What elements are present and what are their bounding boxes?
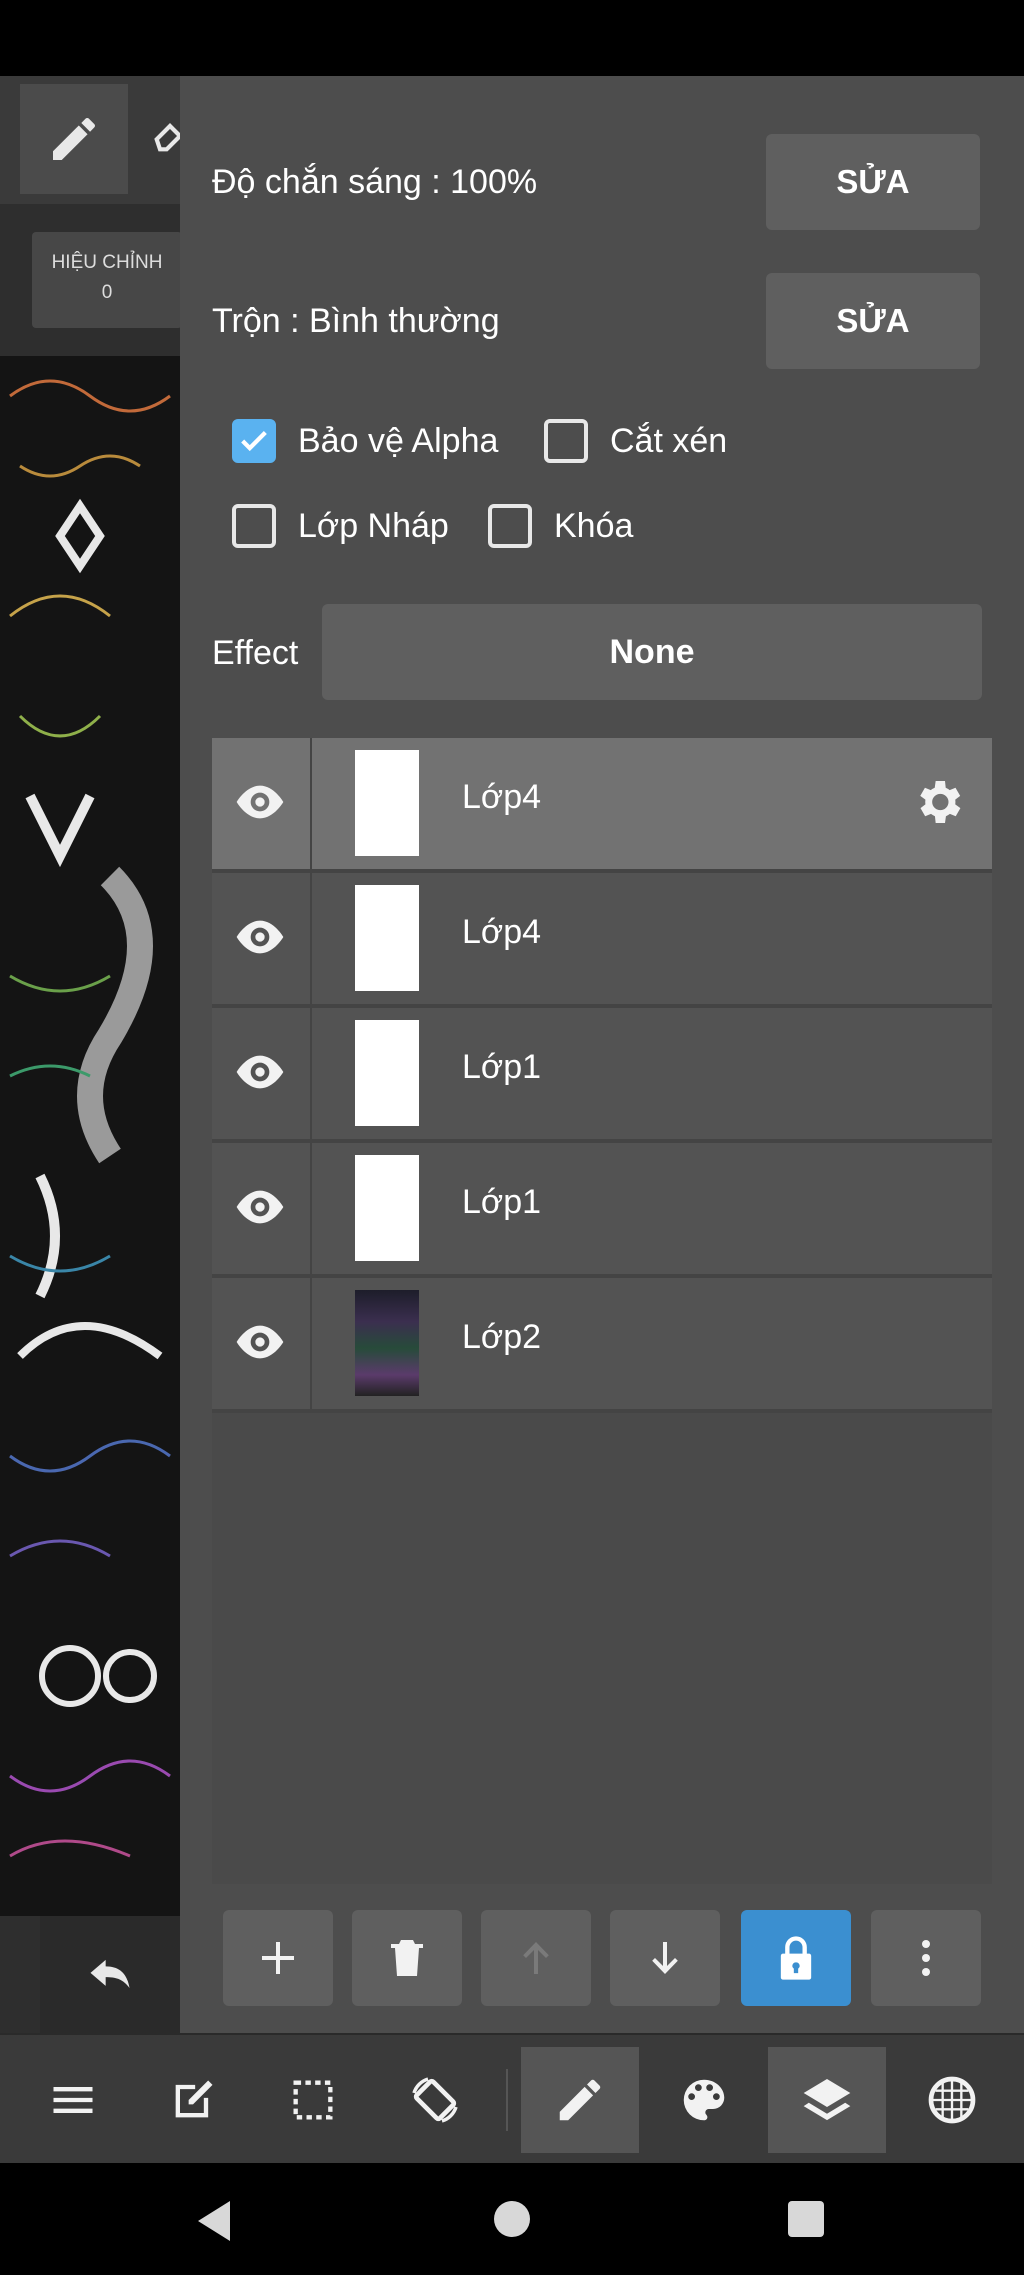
undo-icon (90, 1959, 130, 1988)
opacity-label: Độ chắn sáng : 100% (212, 163, 538, 201)
checkbox-empty-icon (232, 504, 276, 548)
layer-name: Lớp1 (462, 1183, 542, 1221)
palette-icon (683, 2079, 725, 2121)
layer-name: Lớp4 (462, 778, 542, 816)
delete-layer-button[interactable] (352, 1910, 462, 2006)
eye-icon[interactable] (232, 909, 288, 965)
row-divider (310, 1008, 312, 1139)
undo-button[interactable] (40, 1916, 180, 2033)
checkbox-empty-icon (544, 419, 588, 463)
layer-thumbnail (355, 750, 419, 856)
lock-icon (780, 1936, 812, 1980)
layer-list[interactable]: Lớp4 Lớp4 Lớp1 Lớp1 Lớp2 (212, 738, 992, 1884)
move-layer-down-button[interactable] (610, 1910, 720, 2006)
row-divider (310, 873, 312, 1004)
blend-label: Trộn : Bình thường (212, 302, 500, 340)
toolbar-divider (506, 2069, 508, 2131)
home-icon[interactable] (492, 2199, 532, 2239)
clipping-label: Cắt xén (610, 421, 728, 460)
layer-row[interactable]: Lớp1 (212, 1143, 992, 1278)
row-divider (310, 738, 312, 869)
layer-thumbnail (355, 1020, 419, 1126)
recents-icon[interactable] (786, 2199, 826, 2239)
lock-checkbox[interactable]: Khóa (488, 504, 633, 548)
draft-layer-checkbox[interactable]: Lớp Nháp (232, 504, 449, 548)
effect-label: Effect (212, 634, 299, 672)
palette-button[interactable] (645, 2047, 763, 2153)
alpha-protect-label: Bảo vệ Alpha (298, 421, 499, 460)
back-icon[interactable] (194, 2199, 234, 2243)
more-options-button[interactable] (871, 1910, 981, 2006)
edit-icon (175, 2080, 213, 2118)
layer-row[interactable]: Lớp4 (212, 738, 992, 873)
rotate-icon (412, 2077, 458, 2123)
pen-icon (53, 117, 96, 160)
layer-name: Lớp1 (462, 1048, 542, 1086)
checkbox-checked-icon (232, 419, 276, 463)
checkbox-empty-icon (488, 504, 532, 548)
grid-globe-button[interactable] (893, 2047, 1011, 2153)
lock-label: Khóa (554, 506, 634, 545)
grid-globe-icon (928, 2076, 976, 2124)
rotate-button[interactable] (376, 2047, 494, 2153)
canvas-artwork[interactable] (0, 356, 180, 1916)
add-layer-button[interactable] (223, 1910, 333, 2006)
blend-edit-button[interactable]: SỬA (766, 273, 980, 369)
canvas-area[interactable]: HIỆU CHỈNH 0 (0, 76, 180, 2033)
layer-row[interactable]: Lớp4 (212, 873, 992, 1008)
layer-thumbnail (355, 1290, 419, 1396)
layers-icon (803, 2079, 851, 2121)
more-vertical-icon (922, 1940, 930, 1976)
selection-button[interactable] (254, 2047, 372, 2153)
row-divider (310, 1278, 312, 1409)
selection-icon (293, 2080, 333, 2120)
eye-icon[interactable] (232, 1179, 288, 1235)
clipping-checkbox[interactable]: Cắt xén (544, 419, 727, 463)
draft-layer-label: Lớp Nháp (298, 506, 449, 545)
system-navigation-bar (0, 2163, 1024, 2275)
pen-icon (559, 2079, 601, 2121)
move-layer-up-button[interactable] (481, 1910, 591, 2006)
alpha-protect-checkbox[interactable]: Bảo vệ Alpha (232, 419, 498, 463)
pen-toolbar-button[interactable] (521, 2047, 639, 2153)
layer-name: Lớp2 (462, 1318, 542, 1356)
arrow-up-icon (523, 1942, 549, 1974)
tool-strip (0, 76, 180, 204)
layer-row[interactable]: Lớp2 (212, 1278, 992, 1413)
eraser-icon[interactable] (150, 116, 180, 156)
trash-icon (391, 1940, 423, 1976)
layer-row[interactable]: Lớp1 (212, 1008, 992, 1143)
bottom-toolbar (0, 2033, 1024, 2165)
arrow-down-icon (652, 1942, 678, 1974)
eye-icon[interactable] (232, 1044, 288, 1100)
gear-icon[interactable] (910, 774, 966, 830)
eye-icon[interactable] (232, 774, 288, 830)
pen-tool-button[interactable] (20, 84, 128, 194)
effect-select-button[interactable]: None (322, 604, 982, 700)
layer-name: Lớp4 (462, 913, 542, 951)
layer-thumbnail (355, 885, 419, 991)
row-divider (310, 1143, 312, 1274)
layer-thumbnail (355, 1155, 419, 1261)
eye-icon[interactable] (232, 1314, 288, 1370)
opacity-edit-button[interactable]: SỬA (766, 134, 980, 230)
menu-icon (53, 2087, 93, 2113)
status-bar (0, 0, 1024, 76)
lock-layer-button[interactable] (741, 1910, 851, 2006)
add-icon (262, 1942, 294, 1974)
layers-button[interactable] (768, 2047, 886, 2153)
adjust-label: HIỆU CHỈNH (51, 252, 163, 273)
edit-button[interactable] (134, 2047, 252, 2153)
adjust-value: 0 (101, 282, 113, 303)
adjust-button[interactable]: HIỆU CHỈNH 0 (32, 232, 180, 328)
menu-button[interactable] (14, 2047, 132, 2153)
